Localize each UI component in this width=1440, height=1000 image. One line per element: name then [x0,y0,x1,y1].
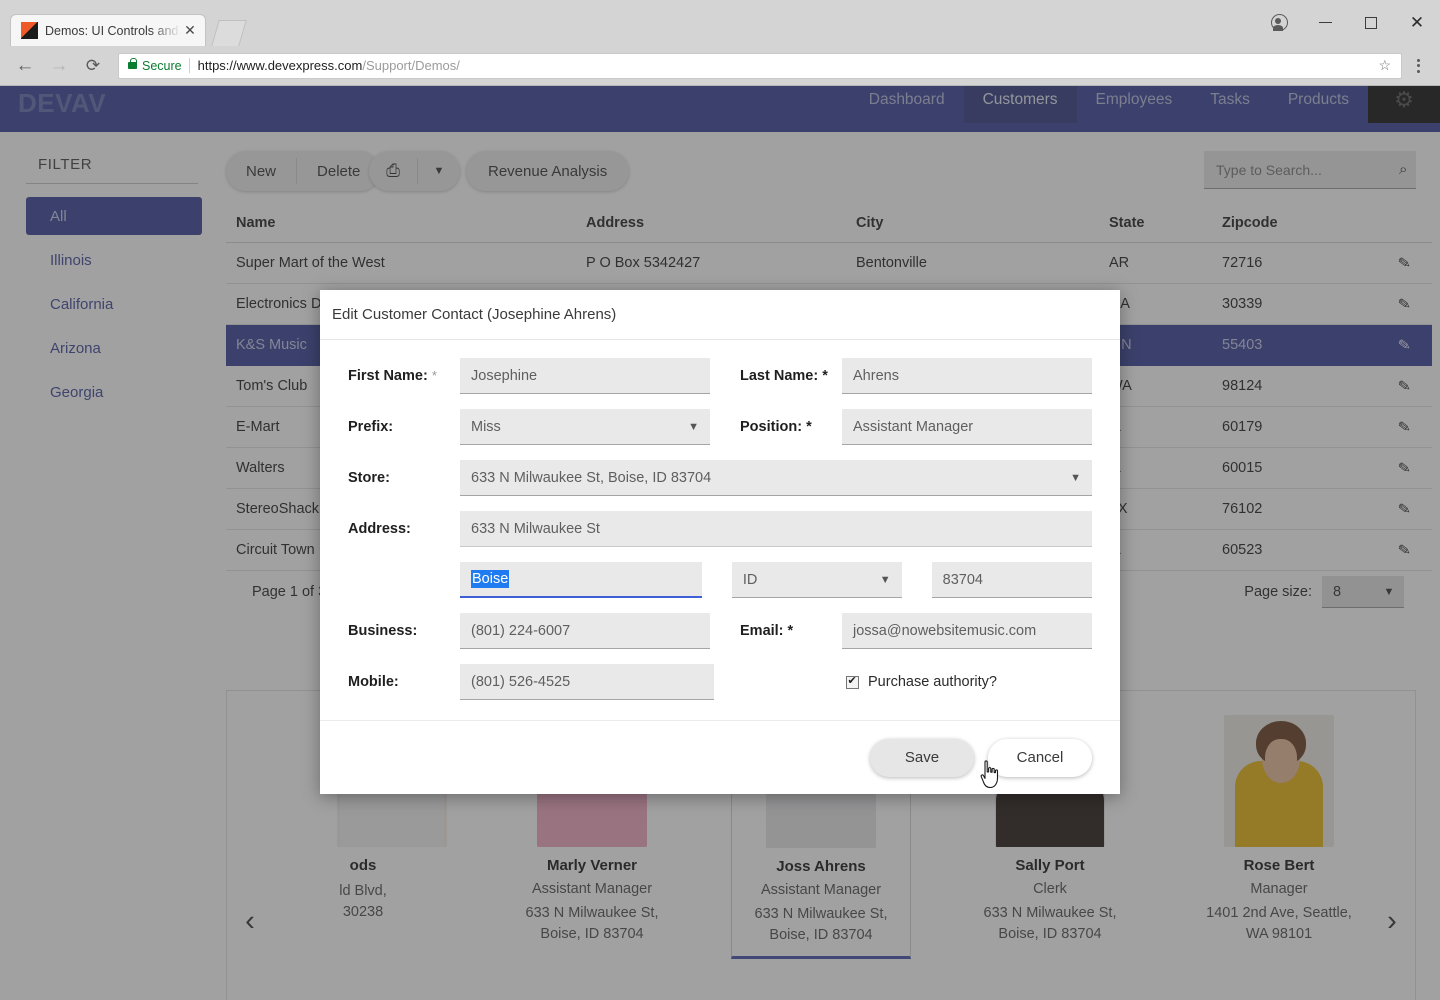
first-name-field[interactable]: Josephine [460,358,710,394]
mobile-phone-value: (801) 526-4525 [471,674,570,690]
store-row: Store: 633 N Milwaukee St, Boise, ID 837… [348,460,1092,496]
address-bar[interactable]: Secure https://www.devexpress.com/Suppor… [118,53,1402,79]
cancel-button[interactable]: Cancel [988,739,1092,777]
maximize-icon [1365,17,1377,29]
required-mark: * [788,623,794,639]
business-label: Business: [348,623,460,639]
email-label: Email: * [740,623,842,639]
address-row: Address: 633 N Milwaukee St [348,511,1092,547]
favicon-icon [21,22,38,39]
browser-titlebar: Demos: UI Controls and F ✕ ✕ [0,0,1440,45]
secure-label: Secure [142,59,182,73]
city-state-zip-row: Boise ID ▼ 83704 [348,562,1092,598]
new-tab-button[interactable] [211,20,246,46]
prefix-label: Prefix: [348,419,460,435]
close-window-button[interactable]: ✕ [1394,0,1440,45]
required-mark: * [822,368,828,384]
dialog-footer: Save Cancel [320,720,1120,794]
omnibox-divider [189,58,190,73]
state-select[interactable]: ID ▼ [732,562,902,598]
mobile-phone-field[interactable]: (801) 526-4525 [460,664,714,700]
store-select[interactable]: 633 N Milwaukee St, Boise, ID 83704 ▼ [460,460,1092,496]
tab-close-icon[interactable]: ✕ [181,22,199,40]
last-name-label: Last Name: * [740,368,842,384]
minimize-icon [1319,22,1332,24]
window-controls: ✕ [1256,0,1440,45]
first-name-label: First Name: * [348,368,460,384]
business-phone-value: (801) 224-6007 [471,623,570,639]
browser-toolbar: ← → ⟳ Secure https://www.devexpress.com/… [0,45,1440,86]
app-root: Demos: UI Controls and F ✕ ✕ ← [0,0,1440,1000]
zip-field[interactable]: 83704 [932,562,1092,598]
chevron-down-icon: ▼ [688,421,699,433]
edit-customer-contact-dialog: Edit Customer Contact (Josephine Ahrens)… [320,290,1120,794]
reload-icon[interactable]: ⟳ [78,51,108,81]
position-label: Position: * [740,419,842,435]
url-domain: https://www.devexpress.com [198,58,363,73]
prefix-value: Miss [471,419,501,435]
state-value: ID [743,572,758,588]
purchase-authority-checkbox[interactable]: Purchase authority? [846,674,997,690]
browser-chrome: Demos: UI Controls and F ✕ ✕ ← [0,0,1440,86]
profile-button[interactable] [1256,0,1302,45]
required-mark: * [806,419,812,435]
purchase-authority-label: Purchase authority? [868,674,997,690]
zip-value: 83704 [943,572,983,588]
maximize-button[interactable] [1348,0,1394,45]
prefix-select[interactable]: Miss ▼ [460,409,710,445]
chevron-down-icon: ▼ [880,574,891,586]
tab-title: Demos: UI Controls and F [45,24,181,38]
store-value: 633 N Milwaukee St, Boise, ID 83704 [471,470,711,486]
url-path: /Support/Demos/ [362,58,460,73]
prefix-position-row: Prefix: Miss ▼ Position: * Assistant Man… [348,409,1092,445]
city-field[interactable]: Boise [460,562,702,598]
city-value: Boise [471,570,509,588]
lock-icon [128,62,137,69]
position-value: Assistant Manager [853,419,973,435]
save-button[interactable]: Save [870,739,974,777]
first-last-name-row: First Name: * Josephine Last Name: * Ahr… [348,358,1092,394]
address-label: Address: [348,521,460,537]
minimize-button[interactable] [1302,0,1348,45]
chevron-down-icon: ▼ [1070,472,1081,484]
business-phone-field[interactable]: (801) 224-6007 [460,613,710,649]
browser-tab[interactable]: Demos: UI Controls and F ✕ [10,14,206,46]
mobile-purchase-row: Mobile: (801) 526-4525 Purchase authorit… [348,664,1092,700]
position-field[interactable]: Assistant Manager [842,409,1092,445]
checkbox-icon [846,676,859,689]
business-email-row: Business: (801) 224-6007 Email: * jossa@… [348,613,1092,649]
address-field[interactable]: 633 N Milwaukee St [460,511,1092,547]
first-name-value: Josephine [471,368,537,384]
address-value: 633 N Milwaukee St [471,521,600,537]
dialog-title: Edit Customer Contact (Josephine Ahrens) [332,306,616,323]
mobile-label: Mobile: [348,674,460,690]
required-mark: * [432,368,437,383]
profile-icon [1271,14,1288,31]
dialog-header: Edit Customer Contact (Josephine Ahrens) [320,290,1120,340]
close-icon: ✕ [1410,14,1424,31]
email-value: jossa@nowebsitemusic.com [853,623,1036,639]
browser-menu-icon[interactable] [1406,59,1430,73]
back-icon[interactable]: ← [10,51,40,81]
last-name-value: Ahrens [853,368,899,384]
email-field[interactable]: jossa@nowebsitemusic.com [842,613,1092,649]
store-label: Store: [348,470,460,486]
bookmark-star-icon[interactable]: ☆ [1378,57,1394,74]
dialog-body: First Name: * Josephine Last Name: * Ahr… [320,340,1120,700]
last-name-field[interactable]: Ahrens [842,358,1092,394]
forward-icon[interactable]: → [44,51,74,81]
